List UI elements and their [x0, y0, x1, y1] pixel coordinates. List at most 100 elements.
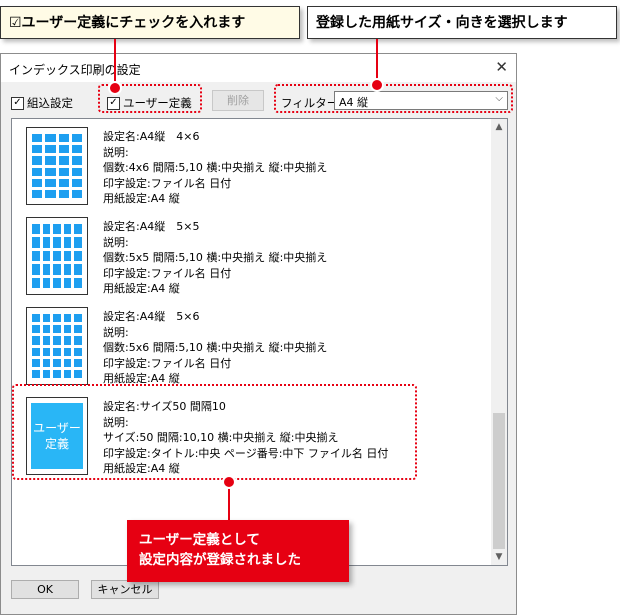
item-name: 設定名:A4縦 5×5: [103, 220, 200, 233]
grid-cell: [32, 145, 43, 154]
scroll-down-icon[interactable]: ▼: [491, 549, 507, 565]
delete-button[interactable]: 削除: [212, 90, 264, 111]
grid-cell: [32, 167, 43, 176]
grid-cell: [32, 336, 40, 345]
vertical-scrollbar[interactable]: ▲ ▼: [491, 119, 507, 565]
grid-cell: [74, 336, 82, 345]
cancel-button[interactable]: キャンセル: [91, 580, 159, 599]
item-description-label: 説明:: [103, 235, 129, 249]
ok-button[interactable]: OK: [11, 580, 79, 599]
grid-cell: [63, 336, 72, 345]
settings-list[interactable]: 設定名:A4縦 4×6 説明: 個数:4x6 間隔:5,10 横:中央揃え 縦:…: [11, 118, 508, 566]
grid-cell: [63, 250, 72, 262]
grid-cell: [71, 178, 82, 187]
result-note-line: 設定内容が登録されました: [139, 552, 301, 568]
grid-cell: [63, 347, 72, 356]
grid-cell: [63, 369, 72, 378]
grid-cell: [32, 224, 40, 235]
grid-cell: [45, 145, 56, 154]
item-layout: 個数:5x6 間隔:5,10 横:中央揃え 縦:中央揃え: [103, 341, 328, 354]
grid-cell: [53, 314, 61, 323]
grid-cell: [42, 347, 51, 356]
grid-cell: [53, 369, 61, 378]
grid-cell: [74, 264, 82, 275]
grid-cell: [42, 237, 51, 248]
grid-cell: [58, 145, 69, 154]
grid-cell: [58, 134, 69, 143]
grid-cell: [32, 358, 40, 367]
builtin-settings-label: 組込設定: [27, 96, 73, 110]
item-print-settings: 印字設定:ファイル名 日付: [103, 176, 232, 190]
grid-cell: [45, 189, 56, 198]
grid-cell: [53, 325, 61, 334]
grid-cell: [45, 156, 56, 165]
grid-cell: [42, 250, 51, 262]
close-icon[interactable]: ✕: [495, 58, 508, 76]
item-paper: 用紙設定:A4 縦: [103, 282, 180, 295]
grid-cell: [45, 167, 56, 176]
grid-cell: [32, 156, 43, 165]
grid-cell: [45, 134, 56, 143]
item-description: 設定名:A4縦 4×6 説明: 個数:4x6 間隔:5,10 横:中央揃え 縦:…: [103, 129, 327, 207]
grid-cell: [42, 264, 51, 275]
layout-grid: [32, 314, 82, 378]
grid-cell: [63, 237, 72, 248]
grid-cell: [58, 189, 69, 198]
grid-cell: [32, 250, 40, 262]
item-print-settings: 印字設定:ファイル名 日付: [103, 356, 232, 370]
grid-cell: [32, 178, 43, 187]
grid-cell: [63, 277, 72, 288]
grid-cell: [74, 277, 82, 288]
layout-thumbnail: [26, 307, 88, 385]
grid-cell: [53, 224, 61, 235]
grid-cell: [42, 314, 51, 323]
grid-cell: [74, 237, 82, 248]
grid-cell: [32, 277, 40, 288]
grid-cell: [53, 358, 61, 367]
list-item[interactable]: 設定名:A4縦 5×6 説明: 個数:5x6 間隔:5,10 横:中央揃え 縦:…: [12, 303, 490, 393]
grid-cell: [32, 369, 40, 378]
grid-cell: [53, 237, 61, 248]
item-name: 設定名:A4縦 4×6: [103, 130, 200, 143]
grid-cell: [74, 314, 82, 323]
grid-cell: [32, 347, 40, 356]
grid-cell: [32, 264, 40, 275]
dialog-title: インデックス印刷の設定: [9, 63, 141, 77]
scrollbar-thumb[interactable]: [493, 413, 505, 549]
layout-grid: [32, 134, 82, 198]
grid-cell: [71, 156, 82, 165]
result-note-line: ユーザー定義として: [139, 532, 260, 548]
item-description-label: 説明:: [103, 145, 129, 159]
grid-cell: [63, 314, 72, 323]
grid-cell: [42, 358, 51, 367]
item-paper: 用紙設定:A4 縦: [103, 192, 180, 205]
list-item[interactable]: 設定名:A4縦 5×5 説明: 個数:5x5 間隔:5,10 横:中央揃え 縦:…: [12, 213, 490, 303]
grid-cell: [63, 264, 72, 275]
grid-cell: [53, 336, 61, 345]
item-print-settings: 印字設定:ファイル名 日付: [103, 266, 232, 280]
grid-cell: [74, 347, 82, 356]
grid-cell: [63, 224, 72, 235]
grid-cell: [74, 358, 82, 367]
grid-cell: [63, 325, 72, 334]
grid-cell: [53, 347, 61, 356]
grid-cell: [32, 314, 40, 323]
item-name: 設定名:A4縦 5×6: [103, 310, 200, 323]
grid-cell: [74, 224, 82, 235]
grid-cell: [53, 277, 61, 288]
connector-line: [114, 39, 116, 87]
builtin-settings-checkbox[interactable]: ✓ 組込設定: [11, 95, 73, 111]
grid-cell: [32, 134, 43, 143]
list-item[interactable]: 設定名:A4縦 4×6 説明: 個数:4x6 間隔:5,10 横:中央揃え 縦:…: [12, 123, 490, 213]
scroll-up-icon[interactable]: ▲: [491, 119, 507, 135]
grid-cell: [53, 264, 61, 275]
item-description: 設定名:A4縦 5×6 説明: 個数:5x6 間隔:5,10 横:中央揃え 縦:…: [103, 309, 327, 387]
grid-cell: [42, 325, 51, 334]
highlight-new-item: [12, 384, 417, 480]
layout-grid: [32, 224, 82, 288]
grid-cell: [53, 250, 61, 262]
grid-cell: [71, 134, 82, 143]
grid-cell: [71, 167, 82, 176]
grid-cell: [42, 277, 51, 288]
marker-dot: [222, 475, 236, 489]
